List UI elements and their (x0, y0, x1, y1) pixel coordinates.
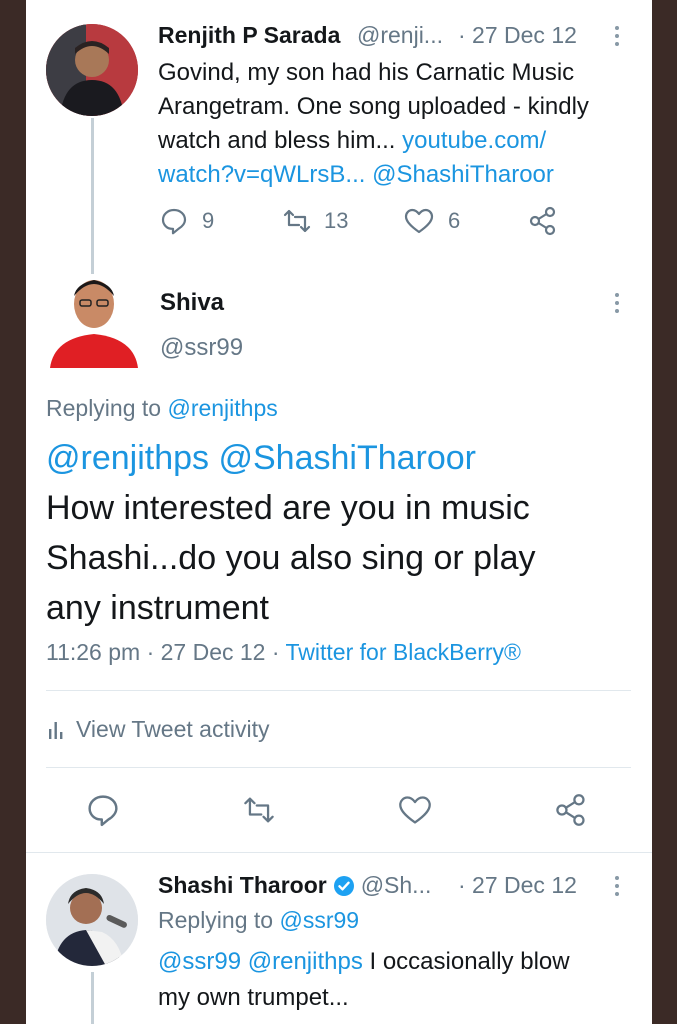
tweet3-text-segment: I occasionally blow (362, 948, 570, 975)
like-button[interactable]: 6 (404, 207, 528, 235)
retweet-count: 13 (324, 208, 349, 233)
tweet1-text-line: Arangetram. One song uploaded - kindly (158, 93, 589, 120)
tweet2-body-line: How interested are you in music (46, 489, 530, 527)
thread-line (91, 972, 94, 1024)
divider (26, 852, 652, 853)
share-icon (528, 206, 558, 236)
tweet1-text: Govind, my son had his Carnatic Music Ar… (158, 56, 648, 192)
avatar-renjith[interactable] (46, 24, 138, 116)
replying-to-label: Replying to (158, 907, 274, 933)
tweet2-author-name[interactable]: Shiva (160, 289, 224, 317)
tweet1-mention[interactable]: @ShashiTharoor (372, 161, 554, 188)
divider (46, 690, 631, 691)
tweet1-actions: 9 13 6 (160, 206, 558, 236)
tweet3-author-name[interactable]: Shashi Tharoor (158, 872, 327, 899)
tweet3-text: @ssr99 @renjithps I occasionally blow my… (158, 944, 648, 1016)
like-count: 6 (448, 208, 461, 233)
retweet-icon (242, 794, 276, 826)
tweet1-link[interactable]: youtube.com/ (402, 127, 546, 154)
like-icon (398, 794, 432, 826)
reply-button[interactable]: 9 (160, 207, 282, 235)
avatar-shashi[interactable] (46, 874, 138, 966)
reply-icon (160, 207, 188, 235)
tweet1-text-segment: watch and bless him... (158, 127, 396, 154)
tweet2-meta: 11:26 pm · 27 Dec 12 · Twitter for Black… (46, 639, 521, 666)
retweet-button[interactable]: 13 (282, 207, 404, 235)
tweet2-body-line: Shashi...do you also sing or play (46, 539, 536, 577)
tweet2-mention[interactable]: @renjithps (46, 439, 209, 477)
tweet1-text-line: watch?v=qWLrsB... @ShashiTharoor (158, 158, 648, 192)
tweet1-author-handle[interactable]: @renji... (357, 22, 443, 49)
tweet1-link[interactable]: watch?v=qWLrsB... (158, 161, 365, 188)
like-icon (404, 207, 434, 235)
device-frame: Renjith P Sarada @renji... · 27 Dec 12 G… (0, 0, 677, 1024)
retweet-icon (282, 207, 312, 235)
share-button[interactable] (528, 206, 558, 236)
tweet2-actions (86, 793, 588, 827)
reply-count: 9 (202, 208, 215, 233)
view-tweet-activity[interactable]: View Tweet activity (48, 716, 269, 743)
tweet3-replying-to: Replying to @ssr99 (158, 907, 359, 934)
reply-button[interactable] (86, 793, 242, 827)
replying-to-link[interactable]: @renjithps (167, 395, 277, 421)
tweet2-source[interactable]: Twitter for BlackBerry® (286, 639, 522, 665)
tweet2-body-line: @renjithps @ShashiTharoor (46, 433, 646, 483)
tweet1-text-line: watch and bless him... youtube.com/ (158, 124, 648, 158)
thread-line (91, 118, 94, 278)
tweet3-date[interactable]: · 27 Dec 12 (458, 872, 577, 899)
tweet3-mention[interactable]: @ssr99 (158, 948, 241, 975)
divider (46, 767, 631, 768)
share-button[interactable] (554, 793, 588, 827)
verified-icon (333, 875, 355, 897)
tweet2-body-line: any instrument (46, 589, 269, 627)
replying-to-label: Replying to (46, 395, 162, 421)
more-icon[interactable] (615, 26, 619, 50)
tweet2-author-handle[interactable]: @ssr99 (160, 334, 243, 362)
more-icon[interactable] (615, 876, 619, 900)
tweet3-text-line: @ssr99 @renjithps I occasionally blow (158, 944, 648, 980)
tweet1-text-line: Govind, my son had his Carnatic Music (158, 59, 575, 86)
view-tweet-activity-label: View Tweet activity (76, 716, 270, 742)
avatar-shiva[interactable] (50, 274, 138, 368)
tweet1-author-name[interactable]: Renjith P Sarada (158, 22, 340, 49)
tweet3-mention[interactable]: @renjithps (248, 948, 363, 975)
tweet1-date[interactable]: · 27 Dec 12 (458, 22, 577, 49)
tweet2-timestamp[interactable]: 11:26 pm · 27 Dec 12 · (46, 639, 280, 665)
tweet3-author-handle[interactable]: @Sh... (361, 872, 432, 899)
like-button[interactable] (398, 794, 554, 826)
tweet2-replying-to: Replying to @renjithps (46, 395, 278, 422)
retweet-button[interactable] (242, 794, 398, 826)
tweet2-mention[interactable]: @ShashiTharoor (218, 439, 476, 477)
tweet3-header: Shashi Tharoor @Sh... (158, 872, 431, 899)
tweet2-body: @renjithps @ShashiTharoor How interested… (46, 433, 646, 633)
replying-to-link[interactable]: @ssr99 (279, 907, 359, 933)
tweet-thread-screen: Renjith P Sarada @renji... · 27 Dec 12 G… (26, 0, 652, 1024)
share-icon (554, 793, 588, 827)
reply-icon (86, 793, 120, 827)
activity-icon (48, 720, 64, 740)
tweet3-text-line: my own trumpet... (158, 984, 349, 1011)
more-icon[interactable] (615, 293, 619, 317)
